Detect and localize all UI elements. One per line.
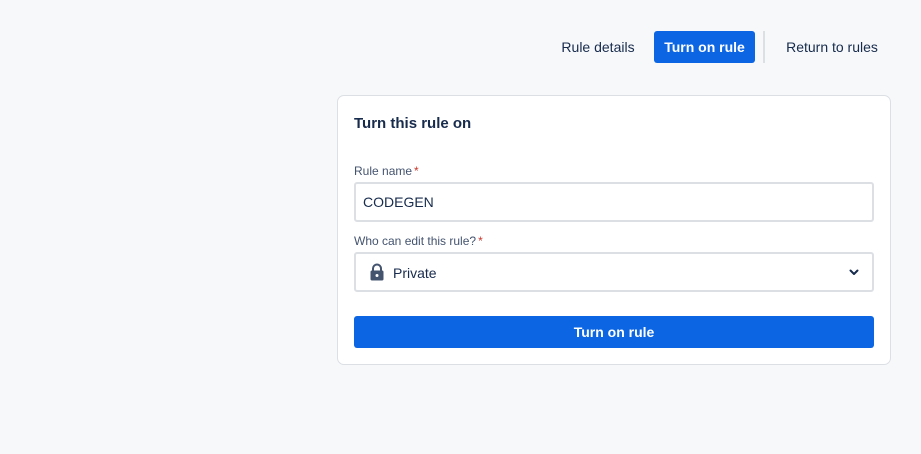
rule-name-input[interactable] (354, 182, 874, 222)
required-marker: * (478, 234, 483, 248)
edit-permission-select[interactable]: Private (354, 252, 874, 292)
chevron-down-icon (849, 269, 859, 275)
nav-divider (763, 31, 765, 63)
edit-permission-value: Private (393, 265, 437, 281)
return-to-rules-button[interactable]: Return to rules (776, 31, 888, 63)
edit-permission-label: Who can edit this rule? * (354, 234, 483, 248)
required-marker: * (414, 164, 419, 178)
edit-permission-label-text: Who can edit this rule? (354, 234, 477, 248)
lock-icon (370, 263, 384, 281)
rule-name-label-text: Rule name (354, 164, 413, 178)
top-navigation: Rule details Turn on rule Return to rule… (0, 31, 921, 63)
rule-details-button[interactable]: Rule details (552, 31, 644, 63)
turn-on-rule-submit-button[interactable]: Turn on rule (354, 316, 874, 348)
card-title: Turn this rule on (354, 115, 472, 132)
turn-on-rule-card: Turn this rule on Rule name* Who can edi… (337, 95, 891, 365)
rule-name-label: Rule name * (354, 164, 419, 178)
turn-on-rule-nav-button[interactable]: Turn on rule (654, 31, 755, 63)
